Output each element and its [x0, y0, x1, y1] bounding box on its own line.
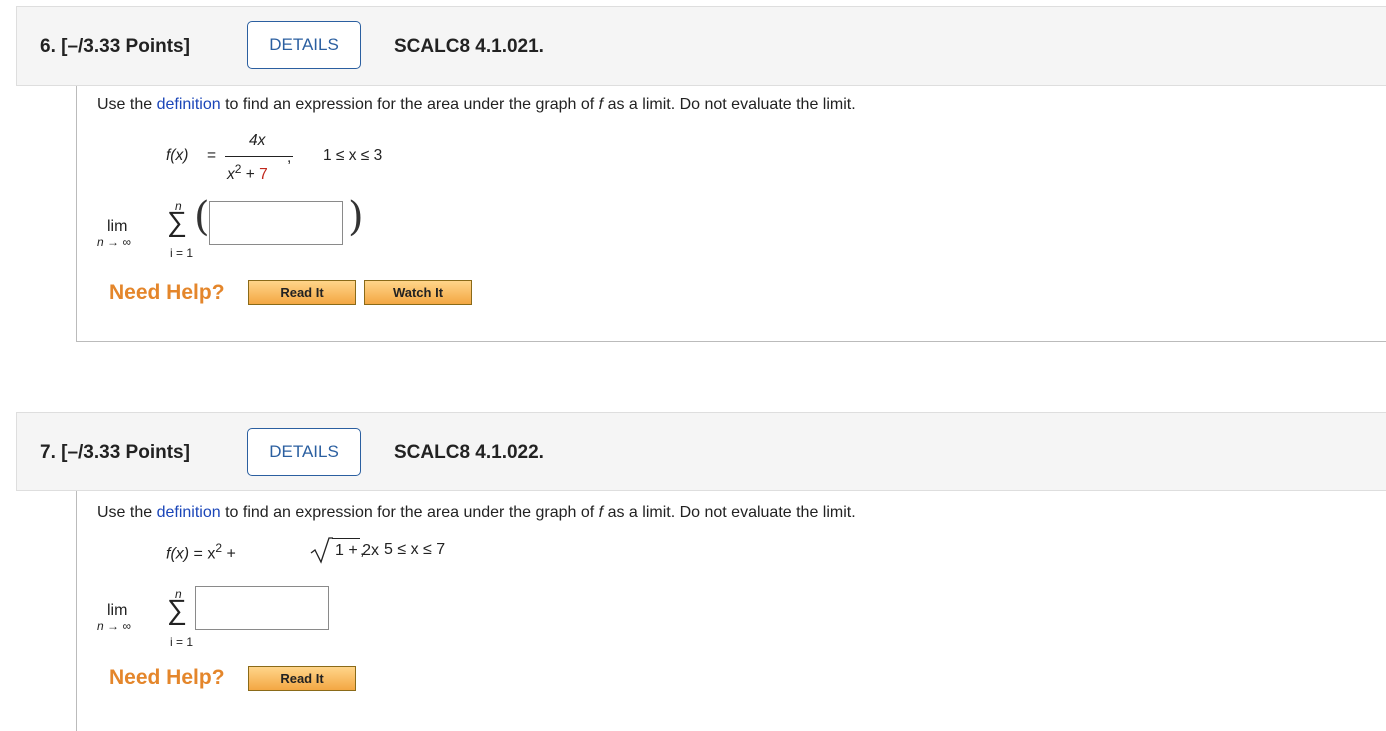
denominator-constant: 7 — [259, 166, 268, 184]
prompt-text: as a limit. Do not evaluate the limit. — [603, 96, 856, 113]
interval: 5 ≤ x ≤ 7 — [384, 541, 446, 558]
question-7-header: 7. [–/3.33 Points] DETAILS SCALC8 4.1.02… — [16, 412, 1386, 491]
sum-lower: i = 1 — [170, 635, 194, 649]
sqrt-icon — [310, 537, 333, 564]
fraction-denominator: x2 + 7 — [227, 162, 268, 184]
fraction-numerator: 4x — [249, 132, 266, 149]
lim-text: lim — [107, 602, 128, 619]
watch-it-label: Watch It — [392, 285, 444, 300]
right-paren-icon: ) — [348, 194, 364, 240]
need-help-label: Need Help? — [109, 281, 225, 304]
denominator-x: x — [227, 166, 235, 184]
prompt-text: Use the — [97, 504, 157, 521]
fraction-bar — [225, 156, 293, 157]
lim-subscript: n → ∞ — [97, 619, 131, 633]
interval: 1 ≤ x ≤ 3 — [323, 147, 383, 164]
read-it-button-q6[interactable]: Read It — [248, 280, 356, 305]
details-button-q6[interactable]: DETAILS — [247, 21, 361, 69]
left-paren-icon: ( — [194, 194, 210, 240]
denominator-plus: + — [241, 166, 260, 184]
comma: , — [360, 542, 365, 559]
prompt-text: to find an expression for the area under… — [220, 504, 599, 521]
lim-text: lim — [107, 218, 128, 235]
answer-input-q7[interactable] — [195, 586, 329, 630]
question-6-body: Use the definition to find an expression… — [76, 86, 1386, 342]
read-it-label: Read It — [280, 671, 324, 686]
watch-it-button-q6[interactable]: Watch It — [364, 280, 472, 305]
prompt-text: to find an expression for the area under… — [220, 96, 599, 113]
comma: , — [287, 149, 292, 166]
function-label: f(x) — [166, 147, 189, 164]
sum-lower: i = 1 — [170, 246, 194, 260]
details-button-q7[interactable]: DETAILS — [247, 428, 361, 476]
need-help-label: Need Help? — [109, 666, 225, 689]
question-6-code: SCALC8 4.1.021. — [394, 36, 544, 57]
lim-subscript: n → ∞ — [97, 235, 131, 249]
sigma-icon: ∑ — [167, 206, 187, 237]
sqrt-content: 1 + 2x — [335, 542, 380, 559]
read-it-button-q7[interactable]: Read It — [248, 666, 356, 691]
answer-input-q6[interactable] — [209, 201, 343, 245]
equals-sign: = — [207, 147, 217, 164]
function-eq: = x — [189, 545, 216, 563]
sqrt-bar — [332, 538, 360, 539]
function-expression: f(x) = x2 + — [166, 541, 236, 563]
question-7-prompt: Use the definition to find an expression… — [97, 504, 856, 522]
function-plus: + — [222, 545, 236, 563]
prompt-text: Use the — [97, 96, 157, 113]
question-7-number: 7. [–/3.33 Points] — [40, 442, 190, 463]
question-6-header: 6. [–/3.33 Points] DETAILS SCALC8 4.1.02… — [16, 6, 1386, 86]
question-7-code: SCALC8 4.1.022. — [394, 442, 544, 463]
definition-link[interactable]: definition — [157, 96, 221, 113]
function-label: f(x) — [166, 545, 190, 563]
question-6-number: 6. [–/3.33 Points] — [40, 36, 190, 57]
question-6-prompt: Use the definition to find an expression… — [97, 96, 856, 114]
read-it-label: Read It — [280, 285, 324, 300]
question-7-body: Use the definition to find an expression… — [76, 491, 1386, 731]
sigma-icon: ∑ — [167, 594, 187, 625]
prompt-text: as a limit. Do not evaluate the limit. — [603, 504, 856, 521]
definition-link[interactable]: definition — [157, 504, 221, 521]
